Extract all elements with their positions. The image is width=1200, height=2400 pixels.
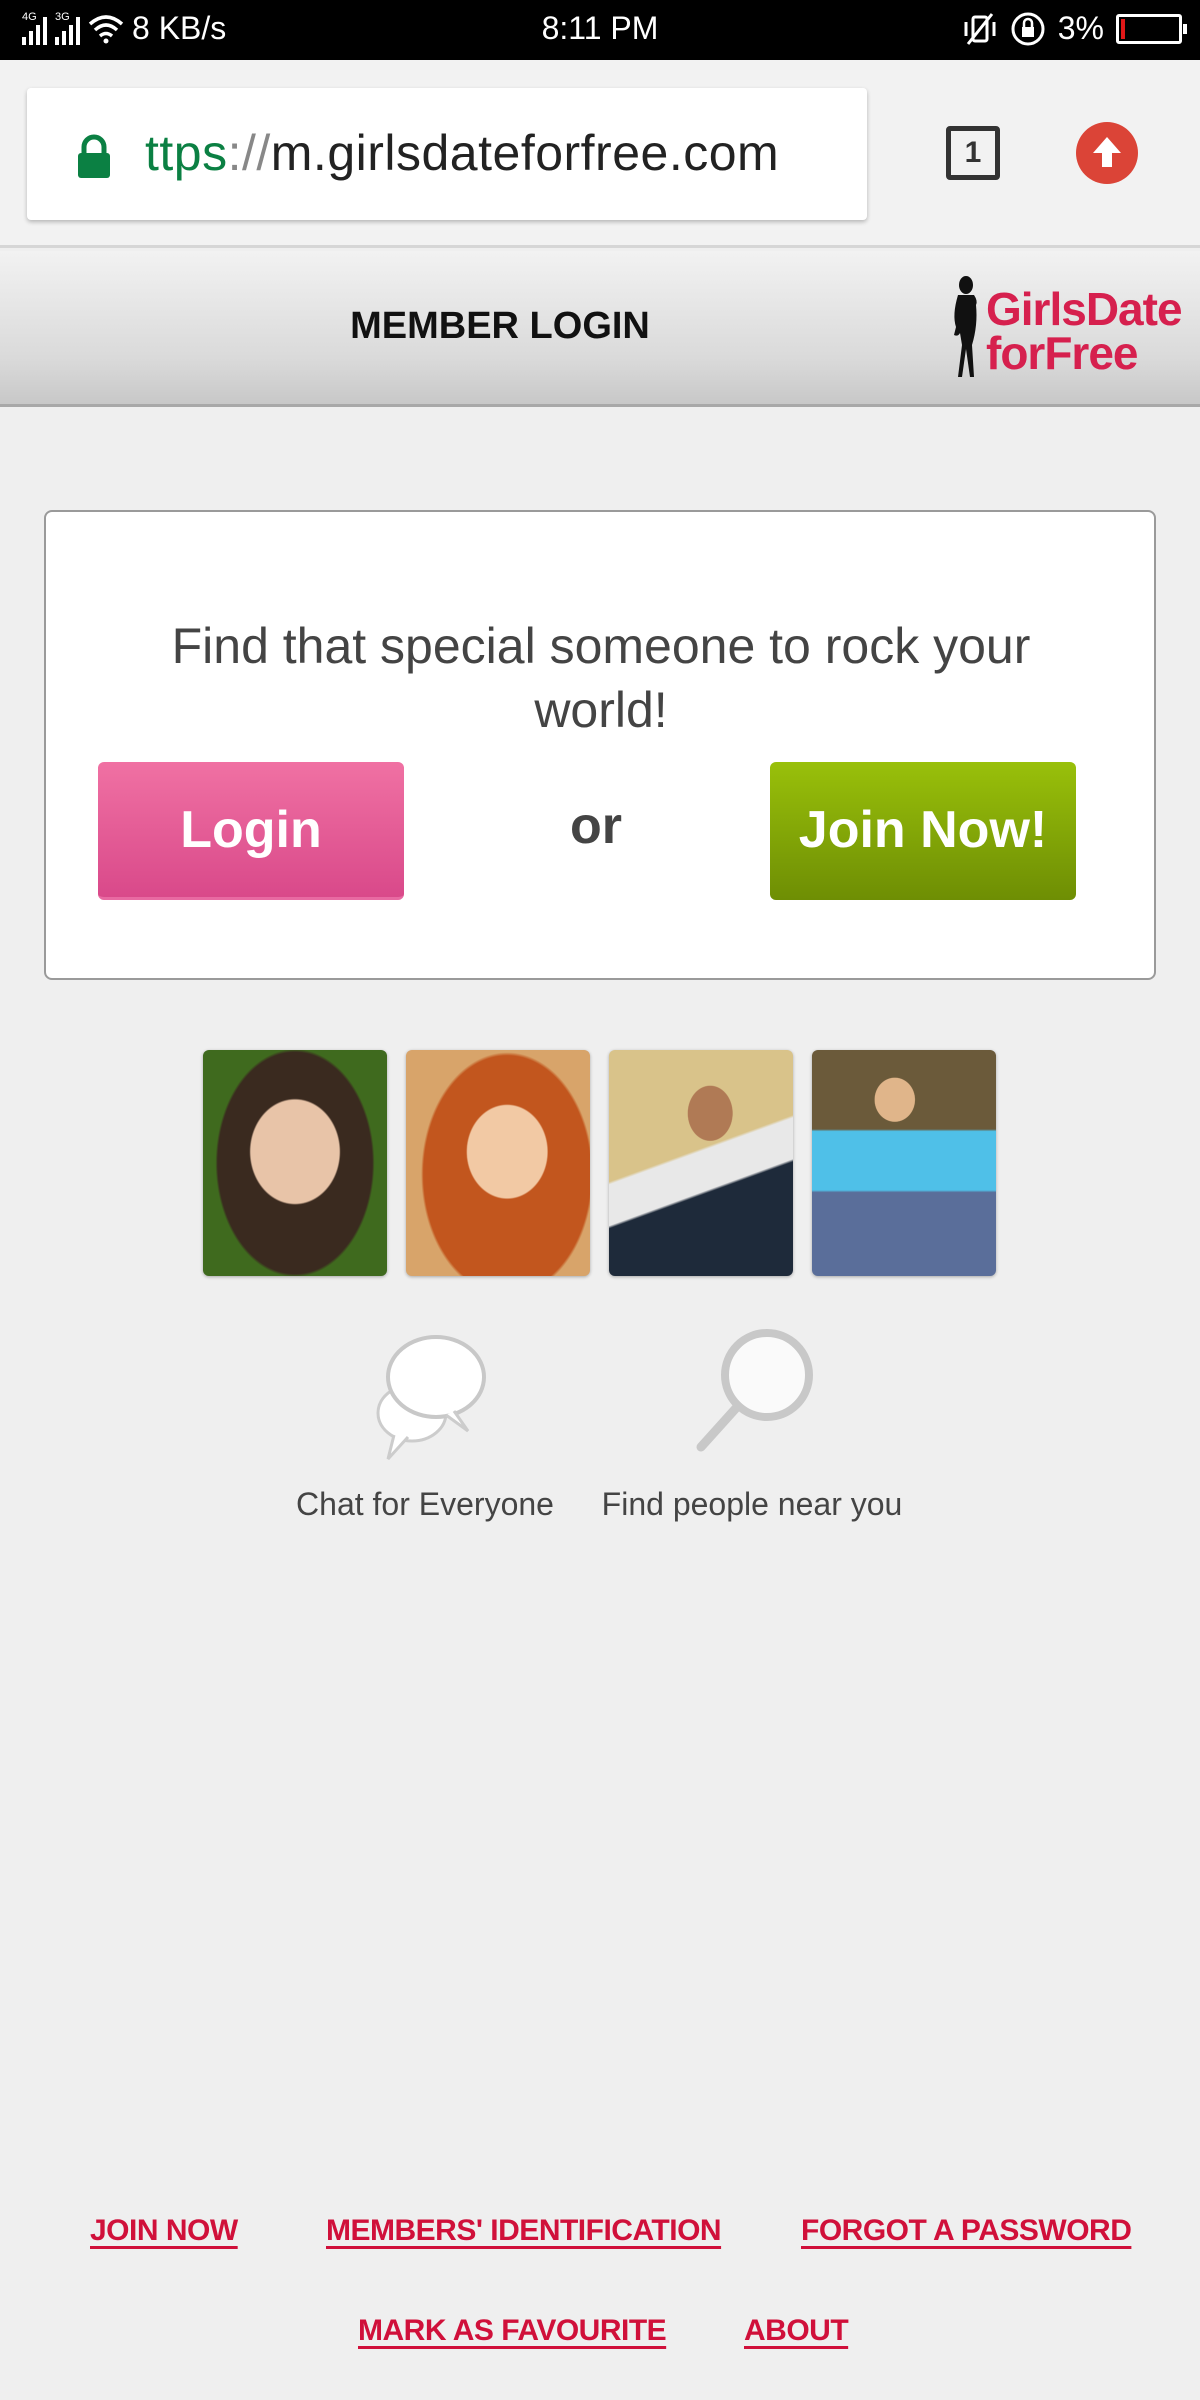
battery-icon <box>1116 13 1187 44</box>
member-photos <box>203 1050 996 1276</box>
or-separator: or <box>570 797 622 855</box>
update-icon[interactable] <box>1076 122 1138 184</box>
feature-label: Chat for Everyone <box>296 1486 554 1522</box>
footer-link-mark-favourite[interactable]: MARK AS FAVOURITE <box>358 2314 667 2348</box>
battery-percent: 3% <box>1057 10 1104 46</box>
url-text[interactable]: ttps://m.girlsdateforfree.com <box>145 124 779 182</box>
address-bar[interactable]: ttps://m.girlsdateforfree.com <box>27 88 867 220</box>
member-photo[interactable] <box>203 1050 387 1276</box>
status-right: 3% <box>962 10 1187 47</box>
feature-label: Find people near you <box>601 1486 903 1522</box>
footer-link-about[interactable]: ABOUT <box>744 2314 849 2348</box>
login-card: Find that special someone to rock your w… <box>44 510 1156 980</box>
join-now-button[interactable]: Join Now! <box>770 762 1076 900</box>
login-button[interactable]: Login <box>98 762 404 900</box>
lock-icon <box>78 134 110 178</box>
chat-bubbles-icon <box>376 1335 486 1461</box>
footer-link-members-identification[interactable]: MEMBERS' IDENTIFICATION <box>326 2214 722 2248</box>
site-header: MEMBER LOGIN GirlsDate forFree <box>0 251 1200 407</box>
footer-link-join-now[interactable]: JOIN NOW <box>90 2214 238 2248</box>
tagline: Find that special someone to rock your w… <box>171 618 1031 738</box>
member-photo[interactable] <box>812 1050 996 1276</box>
member-photo[interactable] <box>406 1050 590 1276</box>
page-title: MEMBER LOGIN <box>350 305 650 347</box>
rotation-lock-icon <box>1011 12 1045 45</box>
magnifier-icon <box>696 1329 813 1452</box>
footer-link-forgot-password[interactable]: FORGOT A PASSWORD <box>801 2214 1132 2248</box>
tabs-icon[interactable]: 1 <box>946 126 1000 180</box>
member-photo[interactable] <box>609 1050 793 1276</box>
logo-text: GirlsDate forFree <box>986 283 1183 379</box>
feature-find[interactable]: Find people near you <box>592 1325 912 1523</box>
feature-chat[interactable]: Chat for Everyone <box>290 1325 560 1523</box>
status-bar: 4G 3G 8 KB/s 8:11 PM 3% <box>0 0 1200 60</box>
vibrate-mute-icon <box>964 12 996 45</box>
browser-toolbar: ttps://m.girlsdateforfree.com 1 <box>0 60 1200 248</box>
site-logo[interactable]: GirlsDate forFree <box>940 271 1190 391</box>
woman-silhouette-icon <box>954 276 977 377</box>
